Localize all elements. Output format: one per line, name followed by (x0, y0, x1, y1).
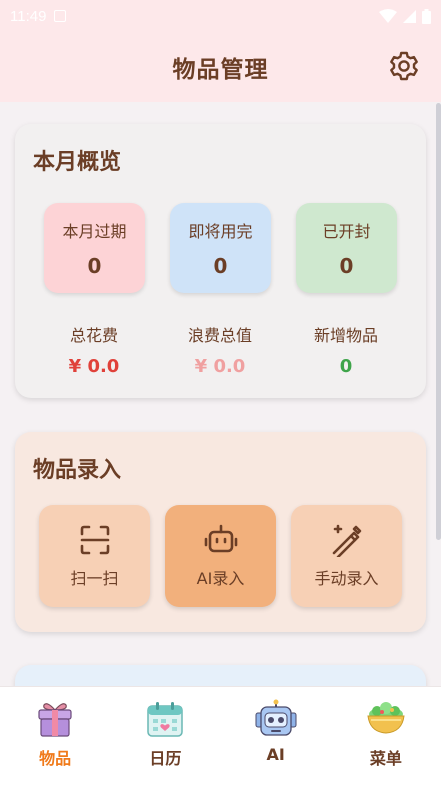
wifi-icon (379, 9, 397, 23)
stat-label: 本月过期 (62, 222, 127, 241)
metric-label: 浪费总值 (187, 326, 252, 345)
salad-bowl-icon (367, 702, 405, 734)
calendar-icon (147, 702, 184, 737)
monthly-overview-card: 本月概览 本月过期 0 即将用完 0 已开封 0 总花费 ¥ 0.0 浪费总值 … (15, 124, 426, 398)
entry-button-label: 手动录入 (314, 569, 379, 588)
entry-button-label: AI录入 (196, 569, 245, 588)
nav-label: 日历 (149, 749, 182, 768)
stat-value: 0 (339, 254, 354, 278)
status-time: 11:49 (10, 7, 47, 25)
manual-entry-button[interactable]: 手动录入 (291, 505, 402, 607)
item-entry-card: 物品录入 扫一扫 AI录入 手动录入 (15, 432, 426, 632)
stat-label: 已开封 (322, 222, 371, 241)
notification-icon (54, 10, 67, 22)
robot-avatar-icon (255, 699, 297, 736)
metric-label: 总花费 (69, 326, 118, 345)
metric-total-spending: 总花费 ¥ 0.0 (29, 322, 159, 377)
metric-new-items: 新增物品 0 (281, 322, 411, 377)
overview-title: 本月概览 (33, 150, 122, 175)
scan-button[interactable]: 扫一扫 (39, 505, 150, 607)
stat-opened[interactable]: 已开封 0 (296, 203, 397, 293)
app-header: 物品管理 (0, 32, 441, 102)
nav-label: AI (266, 745, 285, 764)
settings-button[interactable] (387, 49, 421, 83)
stat-running-out[interactable]: 即将用完 0 (170, 203, 271, 293)
page-title: 物品管理 (172, 57, 269, 83)
metric-waste-value: 浪费总值 ¥ 0.0 (155, 322, 285, 377)
metric-label: 新增物品 (313, 326, 378, 345)
metric-value: 0 (339, 356, 353, 377)
nav-item-calendar[interactable]: 日历 (110, 687, 220, 785)
scan-icon (80, 525, 109, 555)
scrollbar[interactable] (436, 103, 441, 540)
metric-value: ¥ 0.0 (194, 356, 246, 377)
stat-label: 即将用完 (188, 222, 253, 241)
status-bar: 11:49 (0, 0, 441, 32)
signal-icon (403, 9, 416, 23)
stat-expired-this-month[interactable]: 本月过期 0 (44, 203, 145, 293)
status-icons (379, 8, 431, 24)
battery-icon (422, 8, 431, 24)
stat-value: 0 (87, 254, 102, 278)
nav-label: 物品 (39, 749, 72, 768)
nav-item-ai[interactable]: AI (221, 687, 331, 785)
nav-item-items[interactable]: 物品 (0, 687, 110, 785)
entry-title: 物品录入 (33, 458, 122, 483)
gear-icon (390, 51, 418, 81)
nav-item-menu[interactable]: 菜单 (331, 687, 441, 785)
stat-value: 0 (213, 254, 228, 278)
gift-box-icon (38, 703, 72, 737)
magic-pen-icon (332, 524, 361, 557)
bottom-navigation: 物品 日历 AI 菜单 (0, 686, 441, 785)
entry-button-label: 扫一扫 (70, 569, 119, 588)
nav-label: 菜单 (369, 749, 402, 768)
ai-entry-button[interactable]: AI录入 (165, 505, 276, 607)
metric-value: ¥ 0.0 (68, 356, 120, 377)
robot-icon (204, 524, 237, 553)
